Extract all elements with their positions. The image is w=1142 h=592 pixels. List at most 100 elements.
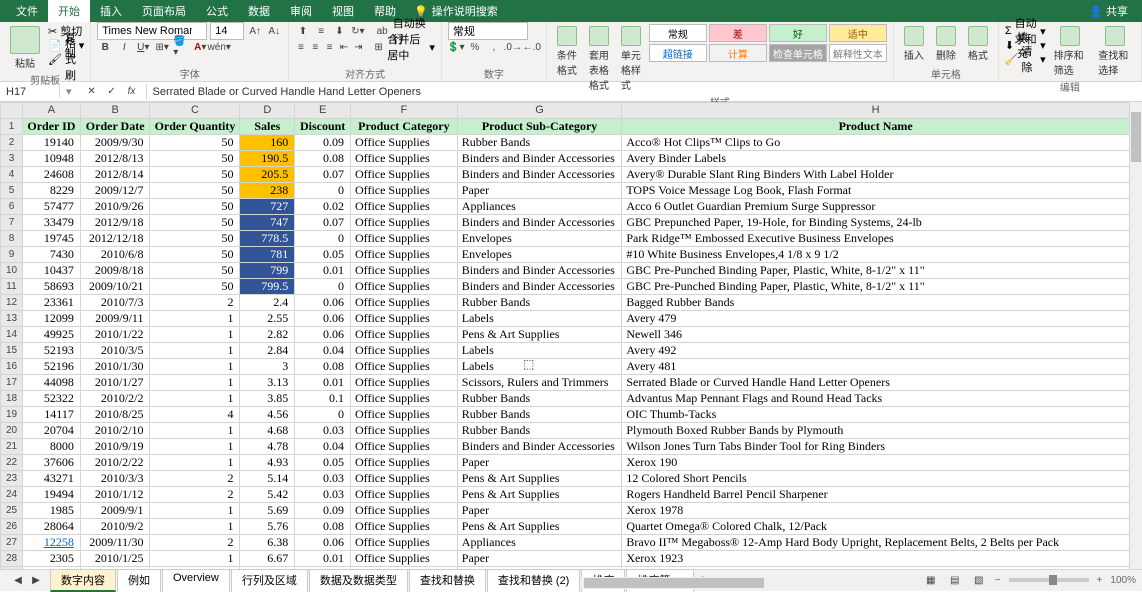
- cell[interactable]: 1: [150, 423, 240, 439]
- row-head[interactable]: 3: [1, 151, 23, 167]
- cell[interactable]: 57477: [23, 199, 81, 215]
- cell[interactable]: 3.13: [240, 375, 295, 391]
- indent-inc-icon[interactable]: ⇥: [353, 39, 364, 55]
- cell[interactable]: 6.67: [240, 551, 295, 567]
- cell[interactable]: 2012/8/13: [80, 151, 150, 167]
- cell[interactable]: 1: [150, 439, 240, 455]
- sheet-tab[interactable]: 数据及数据类型: [309, 569, 408, 592]
- cell[interactable]: Plymouth Boxed Rubber Bands by Plymouth: [622, 423, 1130, 439]
- cell[interactable]: 1: [150, 519, 240, 535]
- cell[interactable]: Bravo II™ Megaboss® 12-Amp Hard Body Upr…: [622, 535, 1130, 551]
- cell[interactable]: 33479: [23, 215, 81, 231]
- col-head-E[interactable]: E: [295, 103, 351, 119]
- font-color-button[interactable]: A▾: [192, 39, 208, 55]
- cell[interactable]: 5.42: [240, 487, 295, 503]
- cell[interactable]: 19745: [23, 231, 81, 247]
- cell[interactable]: 0.03: [295, 423, 351, 439]
- enter-icon[interactable]: ✓: [104, 84, 120, 100]
- cell[interactable]: 2010/3/3: [80, 471, 150, 487]
- fx-icon[interactable]: fx: [124, 84, 140, 100]
- formula-content[interactable]: Serrated Blade or Curved Handle Hand Let…: [147, 86, 1142, 98]
- cell[interactable]: 799: [240, 263, 295, 279]
- border-button[interactable]: ⊞▾: [154, 39, 170, 55]
- number-format-select[interactable]: [448, 22, 528, 40]
- cell[interactable]: Acco® Hot Clips™ Clips to Go: [622, 135, 1130, 151]
- cell[interactable]: Office Supplies: [351, 279, 458, 295]
- cell[interactable]: 2.55: [240, 311, 295, 327]
- row-head[interactable]: 13: [1, 311, 23, 327]
- inc-decimal-icon[interactable]: .0→: [505, 39, 521, 55]
- cell[interactable]: 10948: [23, 151, 81, 167]
- cell[interactable]: 2009/8/18: [80, 263, 150, 279]
- cell[interactable]: Office Supplies: [351, 535, 458, 551]
- cell[interactable]: Office Supplies: [351, 519, 458, 535]
- cell[interactable]: 50: [150, 167, 240, 183]
- cell[interactable]: 1: [150, 311, 240, 327]
- cell[interactable]: 50: [150, 279, 240, 295]
- delete-cells-button[interactable]: 删除: [932, 24, 960, 64]
- cell[interactable]: Avery 479: [622, 311, 1130, 327]
- cell[interactable]: 2010/2/10: [80, 423, 150, 439]
- cell[interactable]: 2010/8/25: [80, 407, 150, 423]
- cell[interactable]: Binders and Binder Accessories: [457, 263, 622, 279]
- cell[interactable]: Rubber Bands: [457, 391, 622, 407]
- format-cells-button[interactable]: 格式: [964, 24, 992, 64]
- cell[interactable]: Rubber Bands: [457, 407, 622, 423]
- cell[interactable]: 0: [295, 183, 351, 199]
- cell[interactable]: 747: [240, 215, 295, 231]
- cell[interactable]: Office Supplies: [351, 375, 458, 391]
- cell[interactable]: Office Supplies: [351, 359, 458, 375]
- cell[interactable]: 50: [150, 199, 240, 215]
- cell[interactable]: Office Supplies: [351, 199, 458, 215]
- row-head[interactable]: 1: [1, 119, 23, 135]
- cell[interactable]: 0: [295, 279, 351, 295]
- cell[interactable]: 2009/11/30: [80, 535, 150, 551]
- sheet-tab[interactable]: 数字内容: [50, 569, 116, 592]
- cell[interactable]: 778.5: [240, 231, 295, 247]
- cell[interactable]: Rogers Handheld Barrel Pencil Sharpener: [622, 487, 1130, 503]
- cell[interactable]: 1: [150, 359, 240, 375]
- cell[interactable]: 0.09: [295, 503, 351, 519]
- cell[interactable]: 0.08: [295, 519, 351, 535]
- cell[interactable]: 0.07: [295, 215, 351, 231]
- tab-view[interactable]: 视图: [322, 0, 364, 22]
- view-break-icon[interactable]: ▧: [971, 572, 987, 588]
- cell[interactable]: Acco 6 Outlet Guardian Premium Surge Sup…: [622, 199, 1130, 215]
- cell[interactable]: Binders and Binder Accessories: [457, 439, 622, 455]
- row-head[interactable]: 21: [1, 439, 23, 455]
- align-mid-icon[interactable]: ≡: [314, 23, 329, 39]
- cell[interactable]: 5.14: [240, 471, 295, 487]
- cell[interactable]: 238: [240, 183, 295, 199]
- col-head-B[interactable]: B: [80, 103, 150, 119]
- cell[interactable]: Appliances: [457, 535, 622, 551]
- cell[interactable]: Avery 481: [622, 359, 1130, 375]
- cell[interactable]: 19140: [23, 135, 81, 151]
- row-head[interactable]: 9: [1, 247, 23, 263]
- tab-review[interactable]: 审阅: [280, 0, 322, 22]
- cell[interactable]: 4.68: [240, 423, 295, 439]
- tab-formula[interactable]: 公式: [196, 0, 238, 22]
- cell[interactable]: 2012/9/18: [80, 215, 150, 231]
- cell-styles-button[interactable]: 单元格样式: [617, 24, 645, 94]
- align-left-icon[interactable]: ≡: [295, 39, 306, 55]
- merge-button[interactable]: ⊞: [373, 39, 384, 55]
- cell[interactable]: Office Supplies: [351, 503, 458, 519]
- sheet-tab[interactable]: 查找和替换: [409, 569, 486, 592]
- cell[interactable]: 52322: [23, 391, 81, 407]
- cell[interactable]: 0.09: [295, 135, 351, 151]
- cell[interactable]: 0.03: [295, 471, 351, 487]
- align-top-icon[interactable]: ⬆: [295, 23, 310, 39]
- cell[interactable]: 2.4: [240, 295, 295, 311]
- comma-icon[interactable]: ,: [486, 39, 502, 55]
- cell[interactable]: 160: [240, 135, 295, 151]
- cell[interactable]: 2012/8/14: [80, 167, 150, 183]
- bold-button[interactable]: B: [97, 39, 113, 55]
- cell[interactable]: 0.05: [295, 455, 351, 471]
- cell[interactable]: Office Supplies: [351, 183, 458, 199]
- cell[interactable]: 2.84: [240, 343, 295, 359]
- insert-cells-button[interactable]: 插入: [900, 24, 928, 64]
- cell[interactable]: Avery® Durable Slant Ring Binders With L…: [622, 167, 1130, 183]
- cell[interactable]: 4: [150, 407, 240, 423]
- row-head[interactable]: 26: [1, 519, 23, 535]
- cell[interactable]: 12258: [23, 535, 81, 551]
